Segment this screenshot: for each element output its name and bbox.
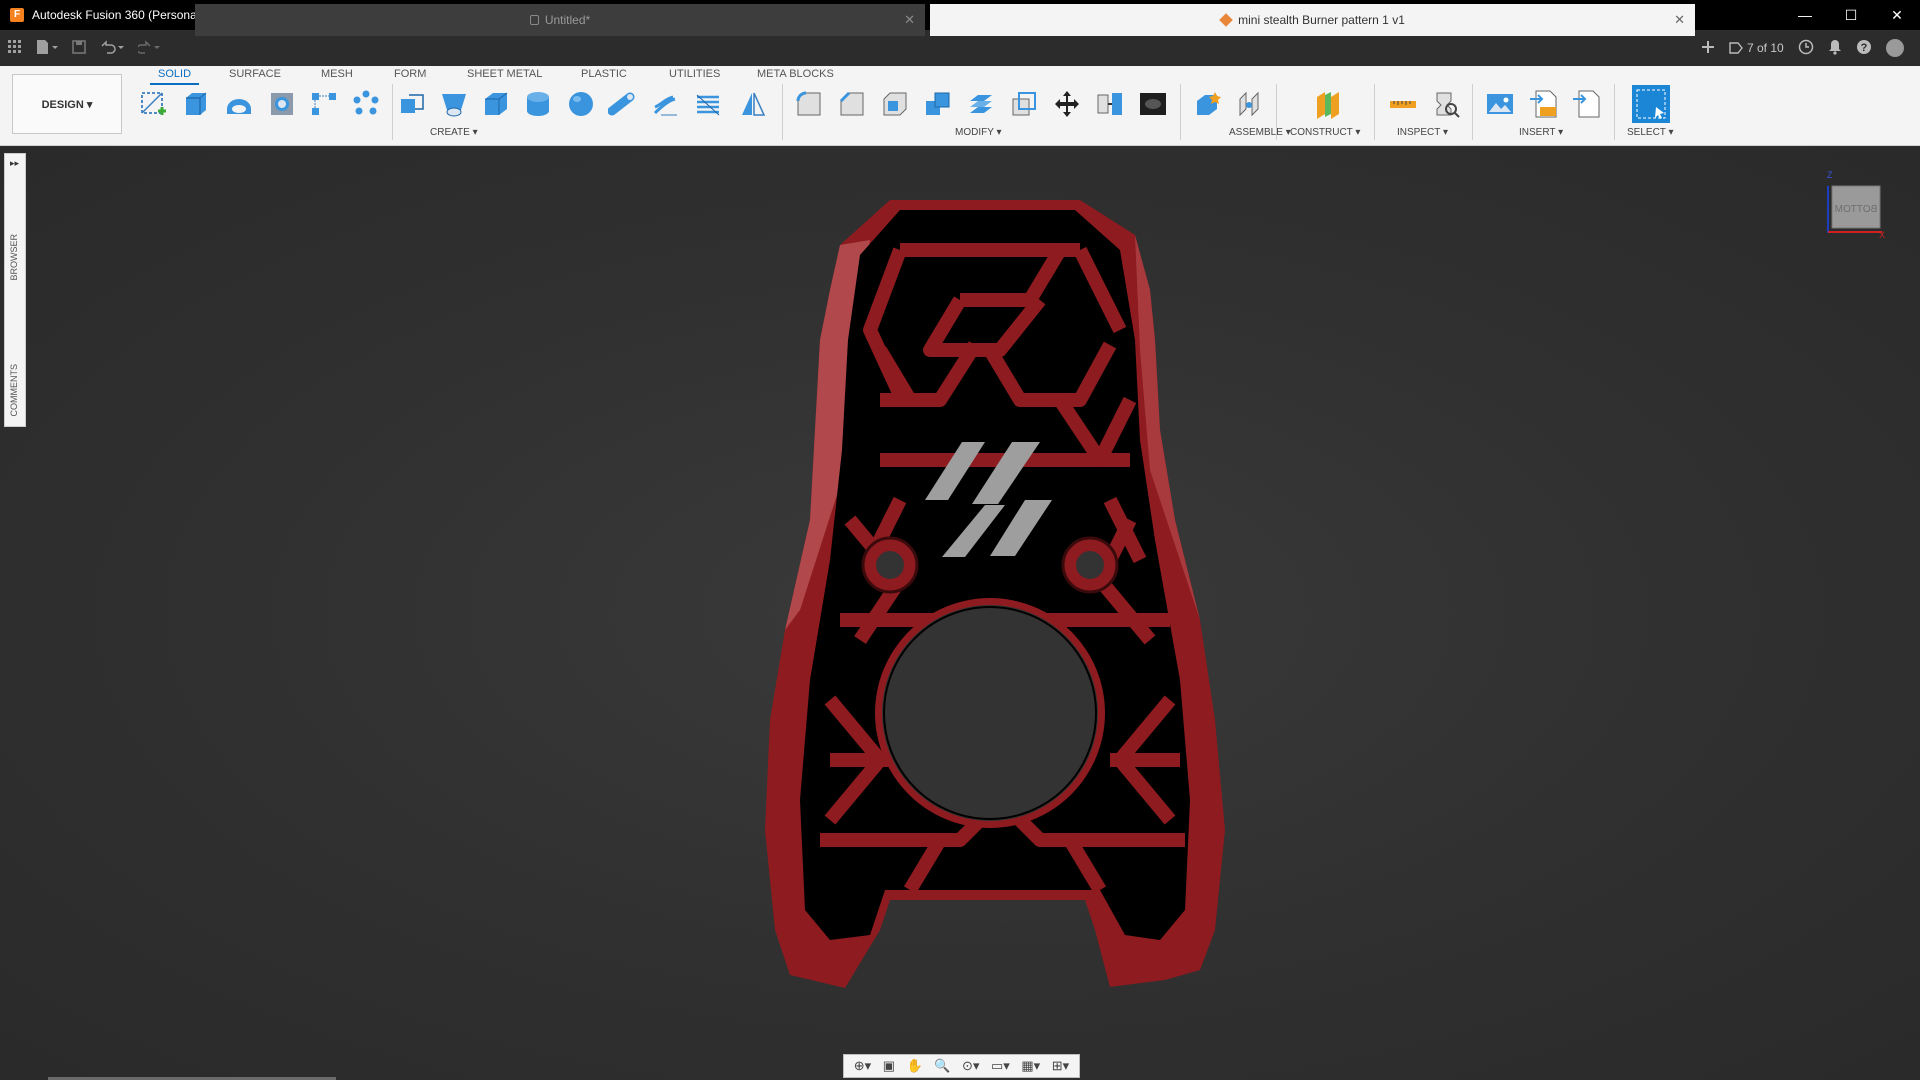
- view-cube[interactable]: BOTTOM Z X: [1826, 168, 1886, 240]
- close-tab-icon[interactable]: ✕: [1674, 12, 1685, 28]
- component-icon: [1219, 13, 1233, 27]
- thread-icon[interactable]: [692, 88, 724, 120]
- shell-icon[interactable]: [879, 88, 911, 120]
- notifications-bell-icon[interactable]: [1828, 39, 1842, 58]
- insert-image-icon[interactable]: [1484, 88, 1516, 120]
- model-render: [765, 200, 1225, 988]
- construct-menu[interactable]: CONSTRUCT ▾: [1290, 127, 1360, 138]
- ribbon-toolbar: DESIGN ▾ SOLID SURFACE MESH FORM SHEET M…: [0, 66, 1920, 146]
- insert-menu[interactable]: INSERT ▾: [1519, 127, 1563, 138]
- data-panel-grid-icon[interactable]: [8, 39, 22, 57]
- browser-tab[interactable]: BROWSER: [9, 234, 19, 281]
- align-icon[interactable]: [1094, 88, 1126, 120]
- revolve-icon[interactable]: [223, 88, 255, 120]
- mirror-icon[interactable]: [737, 88, 769, 120]
- look-at-icon[interactable]: ▣: [883, 1058, 895, 1074]
- box-icon[interactable]: [480, 88, 512, 120]
- redo-icon[interactable]: [136, 39, 162, 57]
- grid-settings-icon[interactable]: ▦▾: [1021, 1058, 1040, 1074]
- tab-surface[interactable]: SURFACE: [229, 68, 281, 80]
- coil-icon[interactable]: [650, 88, 682, 120]
- pan-hand-icon[interactable]: ✋: [907, 1058, 923, 1074]
- cylinder-icon[interactable]: [522, 88, 554, 120]
- clock-icon[interactable]: [1798, 39, 1814, 58]
- orbit-icon[interactable]: ⊕▾: [854, 1058, 871, 1074]
- comments-tab[interactable]: COMMENTS: [9, 364, 19, 417]
- offset-plane-icon[interactable]: [1312, 88, 1344, 120]
- maximize-button[interactable]: ☐: [1828, 0, 1874, 30]
- modify-menu[interactable]: MODIFY ▾: [955, 127, 1002, 138]
- close-window-button[interactable]: ✕: [1874, 0, 1920, 30]
- lock-icon: [529, 15, 539, 25]
- extrude-icon[interactable]: [180, 88, 212, 120]
- view-cube-face-label: BOTTOM: [1835, 204, 1878, 215]
- sketch-icon[interactable]: [137, 88, 169, 120]
- offset-face-icon[interactable]: [965, 88, 997, 120]
- tab-mesh[interactable]: MESH: [321, 68, 353, 80]
- insert-mesh-icon[interactable]: [1570, 88, 1602, 120]
- measure-icon[interactable]: [1387, 88, 1419, 120]
- select-menu[interactable]: SELECT ▾: [1627, 127, 1674, 138]
- close-tab-icon[interactable]: ✕: [904, 12, 915, 28]
- rectangular-pattern-icon[interactable]: [308, 88, 340, 120]
- sphere-icon[interactable]: [565, 88, 597, 120]
- zoom-icon[interactable]: 🔍: [934, 1058, 950, 1074]
- black-pattern-panel: [800, 210, 1190, 940]
- minimize-button[interactable]: —: [1782, 0, 1828, 30]
- viewports-icon[interactable]: ⊞▾: [1052, 1058, 1069, 1074]
- job-status-count: 7 of 10: [1747, 41, 1784, 55]
- pipe-icon[interactable]: [607, 88, 639, 120]
- appearance-icon[interactable]: [1137, 88, 1169, 120]
- user-avatar[interactable]: [1885, 39, 1904, 57]
- tab-plastic[interactable]: PLASTIC: [581, 68, 627, 80]
- tab-utilities[interactable]: UTILITIES: [669, 68, 720, 80]
- undo-icon[interactable]: [100, 39, 124, 57]
- tabbar-right-controls: 7 of 10 ?: [1695, 30, 1920, 66]
- help-icon[interactable]: ?: [1856, 39, 1872, 58]
- create-menu[interactable]: CREATE ▾: [430, 127, 478, 138]
- display-settings-icon[interactable]: ▭▾: [991, 1058, 1010, 1074]
- move-icon[interactable]: [1051, 88, 1083, 120]
- job-status[interactable]: 7 of 10: [1729, 41, 1784, 55]
- tab-meta-blocks[interactable]: META BLOCKS: [757, 68, 834, 80]
- svg-text:?: ?: [1860, 42, 1867, 54]
- tab-form[interactable]: FORM: [394, 68, 426, 80]
- tab-mini-stealth-burner[interactable]: mini stealth Burner pattern 1 v1 ✕: [930, 4, 1695, 36]
- 3d-viewport[interactable]: [0, 147, 1920, 1080]
- quick-access-toolbar: [0, 39, 195, 57]
- fusion-app-icon: F: [10, 8, 24, 22]
- new-tab-icon[interactable]: [1701, 40, 1715, 57]
- fillet-icon[interactable]: [793, 88, 825, 120]
- loft-icon[interactable]: [438, 88, 470, 120]
- select-tool-icon[interactable]: [1632, 85, 1670, 123]
- scale-icon[interactable]: [1008, 88, 1040, 120]
- hole-icon[interactable]: [266, 88, 298, 120]
- interference-icon[interactable]: [1430, 88, 1462, 120]
- inspect-menu[interactable]: INSPECT ▾: [1397, 127, 1448, 138]
- navigation-bar: ⊕▾ ▣ ✋ 🔍 ⊙▾ ▭▾ ▦▾ ⊞▾: [843, 1054, 1080, 1078]
- tab-sheet-metal[interactable]: SHEET METAL: [467, 68, 542, 80]
- side-panel: ▸▸ BROWSER COMMENTS: [4, 153, 26, 427]
- insert-svg-icon[interactable]: [1527, 88, 1559, 120]
- tab-untitled[interactable]: Untitled* ✕: [195, 4, 925, 36]
- assemble-menu[interactable]: ASSEMBLE ▾: [1229, 127, 1291, 138]
- extrude-shape-icon[interactable]: [396, 88, 428, 120]
- workspace-switcher-button[interactable]: DESIGN ▾: [12, 74, 122, 134]
- combine-icon[interactable]: [922, 88, 954, 120]
- axis-z-label: Z: [1827, 170, 1833, 180]
- tab-label: Untitled*: [544, 13, 591, 27]
- joint-icon[interactable]: [1233, 88, 1265, 120]
- tab-label: mini stealth Burner pattern 1 v1: [1238, 13, 1405, 27]
- circular-pattern-icon[interactable]: [350, 88, 382, 120]
- chamfer-icon[interactable]: [836, 88, 868, 120]
- save-icon[interactable]: [72, 39, 86, 57]
- file-menu-icon[interactable]: [36, 39, 58, 57]
- expand-panel-icon[interactable]: ▸▸: [10, 158, 19, 169]
- axis-x-label: X: [1879, 230, 1885, 238]
- tab-solid[interactable]: SOLID: [150, 68, 200, 85]
- new-component-icon[interactable]: [1192, 88, 1224, 120]
- fit-zoom-icon[interactable]: ⊙▾: [962, 1058, 979, 1074]
